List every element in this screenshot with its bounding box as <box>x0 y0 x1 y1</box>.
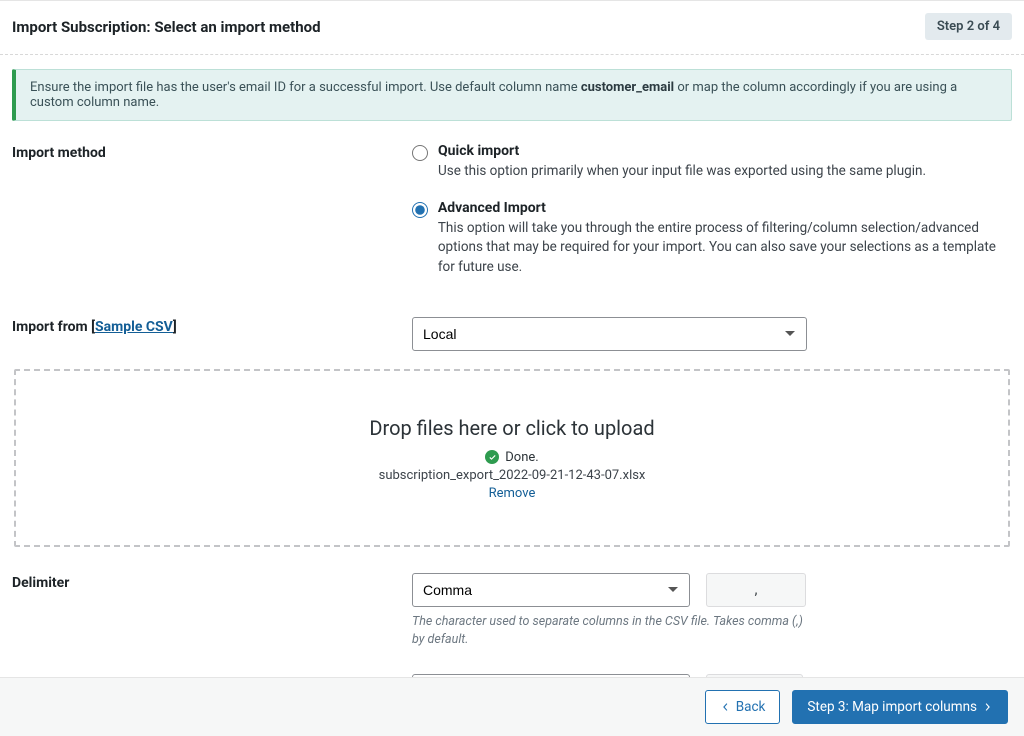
notice-text-before: Ensure the import file has the user's em… <box>30 80 581 95</box>
file-dropzone[interactable]: Drop files here or click to upload Done.… <box>14 369 1010 547</box>
next-button[interactable]: Step 3: Map import columns <box>792 690 1008 724</box>
dropzone-title: Drop files here or click to upload <box>369 416 654 440</box>
step-badge: Step 2 of 4 <box>925 13 1012 40</box>
radio-quick-desc: Use this option primarily when your inpu… <box>438 162 926 182</box>
import-from-label: Import from [Sample CSV] <box>12 317 412 335</box>
remove-file-link[interactable]: Remove <box>489 486 536 501</box>
back-button[interactable]: Back <box>705 690 781 724</box>
delimiter-help: The character used to separate columns i… <box>412 613 812 648</box>
radio-quick-input[interactable] <box>412 145 428 161</box>
chevron-left-icon <box>720 702 730 712</box>
page-title: Import Subscription: Select an import me… <box>12 18 321 36</box>
check-icon <box>485 450 499 464</box>
import-method-label: Import method <box>12 143 412 161</box>
radio-advanced-input[interactable] <box>412 202 428 218</box>
radio-advanced-import[interactable]: Advanced Import This option will take yo… <box>412 200 1012 278</box>
radio-quick-import[interactable]: Quick import Use this option primarily w… <box>412 143 1012 182</box>
radio-quick-label: Quick import <box>438 143 926 159</box>
delimiter-label: Delimiter <box>12 573 412 591</box>
import-from-select[interactable]: Local <box>412 317 807 351</box>
next-button-label: Step 3: Map import columns <box>807 699 977 715</box>
uploaded-filename: subscription_export_2022-09-21-12-43-07.… <box>379 468 646 483</box>
back-button-label: Back <box>736 699 766 715</box>
delimiter-select[interactable]: Comma <box>412 573 690 607</box>
notice-bold: customer_email <box>581 80 674 95</box>
import-from-label-prefix: Import from <box>12 319 91 335</box>
import-notice: Ensure the import file has the user's em… <box>12 69 1012 121</box>
footer-bar: Back Step 3: Map import columns <box>0 677 1024 736</box>
upload-status: Done. <box>485 450 538 465</box>
delimiter-char-box: , <box>706 573 806 607</box>
radio-advanced-label: Advanced Import <box>438 200 1012 216</box>
upload-status-text: Done. <box>505 450 538 465</box>
sample-csv-link[interactable]: Sample CSV <box>95 319 173 335</box>
chevron-right-icon <box>983 702 993 712</box>
radio-advanced-desc: This option will take you through the en… <box>438 219 1012 278</box>
